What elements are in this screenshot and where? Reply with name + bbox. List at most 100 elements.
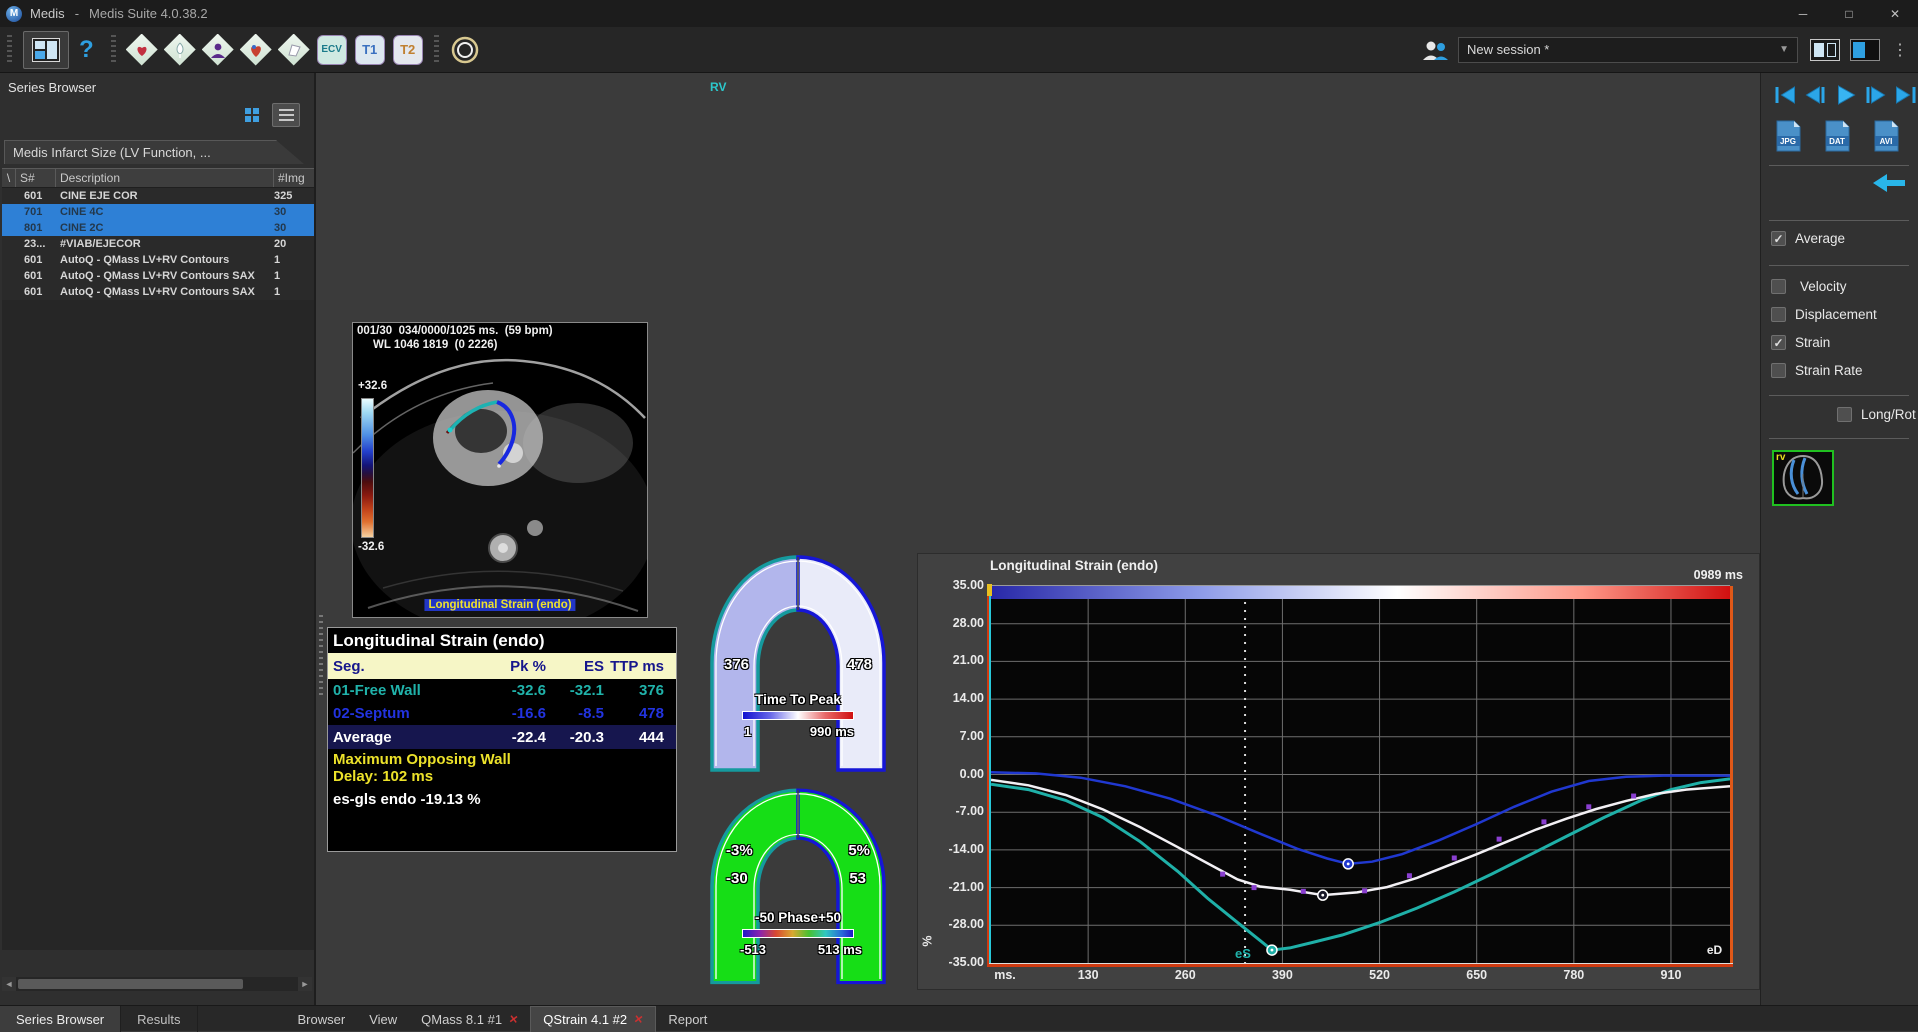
qmass-app-button[interactable] [125, 33, 159, 67]
series-row[interactable]: 601CINE EJE COR325 [2, 188, 314, 204]
max-opposing-wall-note: Maximum Opposing Wall [328, 751, 676, 768]
step-back-icon[interactable] [1803, 85, 1828, 105]
panel-splitter[interactable] [319, 615, 323, 695]
orientation-thumbnail[interactable]: rv [1772, 450, 1834, 506]
ecv-label: ECV [317, 35, 347, 65]
close-tab-icon[interactable]: ✕ [508, 1012, 519, 1026]
qflow-app-button[interactable] [163, 33, 197, 67]
scrollbar-thumb[interactable] [18, 979, 243, 989]
checkbox-icon[interactable]: ✓ [1771, 335, 1786, 350]
ecv-app-button[interactable]: ECV [315, 33, 349, 67]
layout-tool-button[interactable] [23, 31, 69, 69]
minimize-button[interactable]: ─ [1780, 0, 1826, 27]
checkbox-long-rot[interactable]: ✓ Long/Rot [1837, 407, 1916, 422]
x-tick-label: 130 [1078, 968, 1099, 982]
checkbox-displacement[interactable]: ✓ Displacement [1771, 307, 1877, 322]
strain-row-free-wall[interactable]: 01-Free Wall -32.6 -32.1 376 [328, 679, 676, 702]
horizontal-scrollbar[interactable]: ◄ ► [2, 977, 312, 991]
col-es: ES [546, 658, 604, 675]
col-seg: Seg. [328, 658, 474, 675]
ttp-left-value: 376 [724, 656, 749, 673]
checkbox-icon[interactable]: ✓ [1771, 279, 1786, 294]
series-row[interactable]: 601AutoQ - QMass LV+RV Contours1 [2, 252, 314, 268]
x-tick-label: 780 [1563, 968, 1584, 982]
compare-layout-icon[interactable] [1810, 39, 1840, 61]
checkbox-label: Long/Rot [1861, 407, 1916, 422]
cine-controls [1773, 85, 1918, 105]
scroll-left-arrow-icon[interactable]: ◄ [2, 977, 16, 991]
play-icon[interactable] [1833, 85, 1858, 105]
list-view-button[interactable] [272, 103, 300, 127]
series-table-header[interactable]: \ S# Description #Img [2, 168, 314, 188]
checkbox-strain[interactable]: ✓ Strain [1771, 335, 1830, 350]
close-button[interactable]: ✕ [1872, 0, 1918, 27]
study-tab[interactable]: Medis Infarct Size (LV Function, ... [4, 140, 306, 164]
viewport-caption: Longitudinal Strain (endo) [424, 599, 575, 611]
back-arrow-icon[interactable] [1873, 171, 1905, 195]
strain-row-average[interactable]: Average -22.4 -20.3 444 [328, 725, 676, 749]
maximize-button[interactable]: □ [1826, 0, 1872, 27]
header-image-count[interactable]: #Img [274, 169, 314, 187]
series-row-selected[interactable]: 701CINE 4C30 [2, 204, 314, 220]
phase-scale-min: -513 [740, 942, 766, 957]
checkbox-icon[interactable]: ✓ [1771, 363, 1786, 378]
tulip-icon [170, 40, 190, 60]
tab-view[interactable]: View [357, 1006, 409, 1032]
mri-viewport[interactable]: 001/30 034/0000/1025 ms. (59 bpm) WL 104… [352, 322, 648, 618]
help-button[interactable]: ? [79, 36, 94, 64]
ttp-right-value: 478 [847, 656, 872, 673]
bottom-tab-bar: Series Browser Results Browser View QMas… [0, 1005, 1918, 1031]
export-dat-icon[interactable]: DAT [1824, 119, 1851, 153]
t1-app-button[interactable]: T1 [353, 33, 387, 67]
y-tick-label: -21.00 [949, 880, 984, 894]
step-forward-icon[interactable] [1863, 85, 1888, 105]
checkbox-velocity[interactable]: ✓ Velocity [1771, 279, 1847, 294]
series-row[interactable]: 23...#VIAB/EJECOR20 [2, 236, 314, 252]
qstrain-app-button[interactable] [448, 33, 482, 67]
tab-results[interactable]: Results [121, 1006, 197, 1032]
tab-qmass[interactable]: QMass 8.1 #1✕ [409, 1006, 530, 1032]
grid-view-icon [245, 108, 259, 122]
screen-layout-icon[interactable] [1850, 39, 1880, 61]
patient-app-button[interactable] [201, 33, 235, 67]
layout-grid-icon [32, 38, 60, 62]
skip-first-icon[interactable] [1773, 85, 1798, 105]
header-description[interactable]: Description [56, 169, 274, 187]
ring-icon [449, 34, 481, 66]
flag-app-button[interactable] [277, 33, 311, 67]
tab-qstrain[interactable]: QStrain 4.1 #2✕ [530, 1006, 656, 1032]
y-tick-label: 7.00 [960, 729, 984, 743]
chart-plot-area[interactable]: eS eD [991, 586, 1730, 963]
checkbox-label: Strain Rate [1795, 363, 1863, 378]
header-series-number[interactable]: S# [16, 169, 56, 187]
series-row[interactable]: 601AutoQ - QMass LV+RV Contours SAX1 [2, 268, 314, 284]
checkbox-icon[interactable]: ✓ [1771, 307, 1786, 322]
scroll-right-arrow-icon[interactable]: ► [298, 977, 312, 991]
divider [1769, 438, 1909, 439]
t2-app-button[interactable]: T2 [391, 33, 425, 67]
session-user-icon[interactable] [1420, 38, 1450, 62]
tab-series-browser[interactable]: Series Browser [0, 1006, 121, 1032]
export-jpg-icon[interactable]: JPG [1775, 119, 1802, 153]
strain-table-header: Seg. Pk % ES TTP ms [328, 653, 676, 679]
checkbox-strain-rate[interactable]: ✓ Strain Rate [1771, 363, 1863, 378]
checkbox-average[interactable]: ✓ Average [1771, 231, 1845, 246]
y-tick-label: 14.00 [953, 691, 984, 705]
heart-icon [132, 40, 152, 60]
heart-anatomy-app-button[interactable] [239, 33, 273, 67]
strain-row-septum[interactable]: 02-Septum -16.6 -8.5 478 [328, 702, 676, 725]
close-tab-icon[interactable]: ✕ [633, 1012, 644, 1026]
skip-last-icon[interactable] [1893, 85, 1918, 105]
checkbox-icon[interactable]: ✓ [1837, 407, 1852, 422]
session-select[interactable]: New session * ▼ [1458, 37, 1798, 63]
tab-report[interactable]: Report [656, 1006, 719, 1032]
tab-browser[interactable]: Browser [286, 1006, 358, 1032]
export-avi-icon[interactable]: AVI [1873, 119, 1900, 153]
series-row-selected[interactable]: 801CINE 2C30 [2, 220, 314, 236]
series-row[interactable]: 601AutoQ - QMass LV+RV Contours SAX1 [2, 284, 314, 300]
checkbox-icon[interactable]: ✓ [1771, 231, 1786, 246]
overflow-menu-icon[interactable]: ⋮ [1892, 40, 1908, 60]
viewport-label: RV [710, 80, 726, 94]
thumbnail-view-button[interactable] [238, 103, 266, 127]
phase-scale-max: 513 ms [818, 942, 862, 957]
